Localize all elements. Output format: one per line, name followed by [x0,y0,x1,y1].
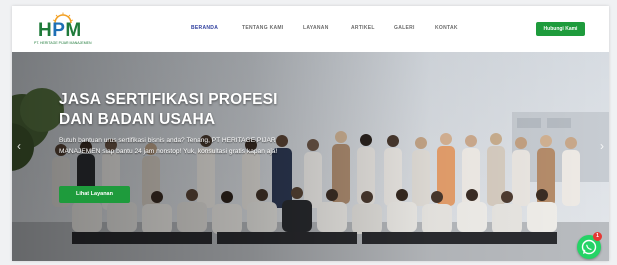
site-header: HPM PT. HERITAGE PIJAR MANAJEMEN BERANDA… [12,6,609,52]
nav-item-kontak[interactable]: KONTAK [435,25,458,31]
view-services-button[interactable]: Lihat Layanan [59,186,130,203]
nav-item-beranda[interactable]: BERANDA [191,25,218,31]
logo-tagline: PT. HERITAGE PIJAR MANAJEMEN [34,41,92,45]
page: HPM PT. HERITAGE PIJAR MANAJEMEN BERANDA… [12,6,609,261]
notification-badge: 1 [593,232,602,241]
whatsapp-button[interactable]: 1 [577,232,602,259]
contact-button[interactable]: Hubungi Kami [536,22,585,36]
nav-item-tentang-kami[interactable]: TENTANG KAMI [242,25,284,31]
hero-banner: ‹ › JASA SERTIFIKASI PROFESI DAN BADAN U… [12,52,609,261]
nav-item-layanan[interactable]: LAYANAN [303,25,329,31]
chevron-right-icon[interactable]: › [597,139,607,153]
site-logo[interactable]: HPM PT. HERITAGE PIJAR MANAJEMEN [34,12,94,48]
chevron-left-icon[interactable]: ‹ [14,139,24,153]
nav-item-artikel[interactable]: ARTIKEL [351,25,375,31]
hero-description: Butuh bantuan urus sertifikasi bisnis an… [59,137,278,155]
nav-item-galeri[interactable]: GALERI [394,25,415,31]
hero-title-line2: DAN BADAN USAHA [59,111,216,128]
logo-wordmark: HPM [38,20,82,41]
hero-title-line1: JASA SERTIFIKASI PROFESI [59,91,278,108]
hero-title: JASA SERTIFIKASI PROFESI DAN BADAN USAHA [59,90,278,130]
